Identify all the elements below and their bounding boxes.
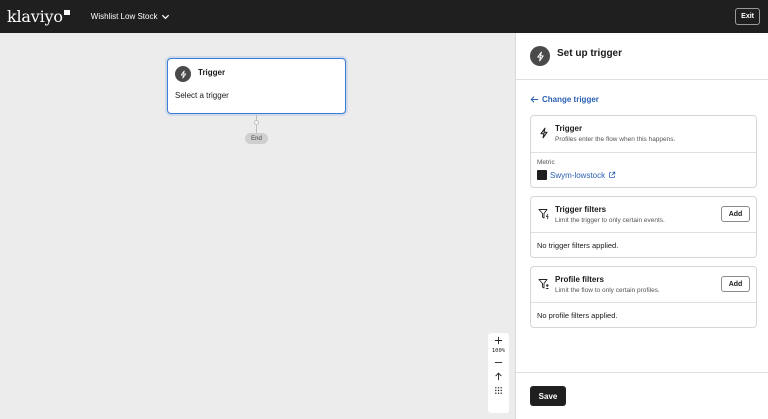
grid-icon [495,386,502,394]
trigger-card-header: Trigger Profiles enter the flow when thi… [531,116,756,153]
panel-header: Set up trigger [516,33,768,80]
scroll-to-top-button[interactable] [488,369,509,383]
metric-label: Metric [537,159,555,166]
trigger-card-description: Profiles enter the flow when this happen… [555,136,676,143]
add-trigger-filter-button[interactable]: Add [721,206,750,222]
plus-icon [494,336,503,344]
flow-canvas[interactable]: Trigger Select a trigger End 100% [0,33,515,419]
trigger-node[interactable]: Trigger Select a trigger [167,58,346,114]
panel-title: Set up trigger [557,48,623,59]
trigger-filters-description: Limit the trigger to only certain events… [555,217,665,224]
exit-button[interactable]: Exit [735,8,760,25]
add-profile-filter-button[interactable]: Add [721,276,750,292]
filter-person-icon [538,279,549,289]
external-link-icon [609,171,616,178]
zoom-in-button[interactable] [488,333,509,347]
profile-filters-title: Profile filters [555,275,604,284]
profile-filters-card: Profile filters Limit the flow to only c… [530,266,757,328]
trigger-card-title: Trigger [555,124,583,133]
setup-panel: Set up trigger Change trigger Trigger Pr… [515,33,768,419]
trigger-filters-card: Trigger filters Limit the trigger to onl… [530,196,757,258]
lightning-icon [530,46,550,66]
flow-name-dropdown[interactable]: Wishlist Low Stock [91,12,171,21]
minimap-button[interactable] [488,383,509,397]
end-node: End [245,133,268,144]
zoom-out-button[interactable] [488,355,509,369]
profile-filters-description: Limit the flow to only certain profiles. [555,287,660,294]
trigger-card: Trigger Profiles enter the flow when thi… [530,115,757,188]
zoom-level: 100% [491,348,506,354]
change-trigger-link[interactable]: Change trigger [530,95,599,104]
change-trigger-label: Change trigger [542,95,599,104]
lightning-icon [540,127,548,139]
top-bar: klaviyo Wishlist Low Stock Exit [0,0,768,33]
arrow-up-icon [495,372,502,380]
trigger-filters-title: Trigger filters [555,205,607,214]
profile-filters-empty: No profile filters applied. [537,311,618,320]
add-step-dot[interactable] [254,120,259,125]
metric-source-icon [537,170,547,180]
filter-lightning-icon [538,209,549,220]
zoom-controls: 100% [488,333,509,413]
metric-link[interactable]: Swym-lowstock [537,170,616,180]
lightning-icon [175,66,191,82]
trigger-filters-empty: No trigger filters applied. [537,241,619,250]
trigger-filters-header: Trigger filters Limit the trigger to onl… [531,197,756,233]
metric-value: Swym-lowstock [550,170,606,180]
klaviyo-logo[interactable]: klaviyo [7,7,70,26]
panel-footer: Save [516,372,768,419]
flow-name-label: Wishlist Low Stock [90,12,158,21]
save-button[interactable]: Save [530,386,566,406]
minus-icon [494,361,503,363]
trigger-node-subtitle: Select a trigger [175,91,229,100]
chevron-down-icon [162,14,170,20]
logo-text: klaviyo [7,7,63,26]
arrow-left-icon [530,96,539,103]
logo-flag-icon [63,10,70,15]
profile-filters-header: Profile filters Limit the flow to only c… [531,267,756,303]
trigger-node-title: Trigger [198,68,226,77]
